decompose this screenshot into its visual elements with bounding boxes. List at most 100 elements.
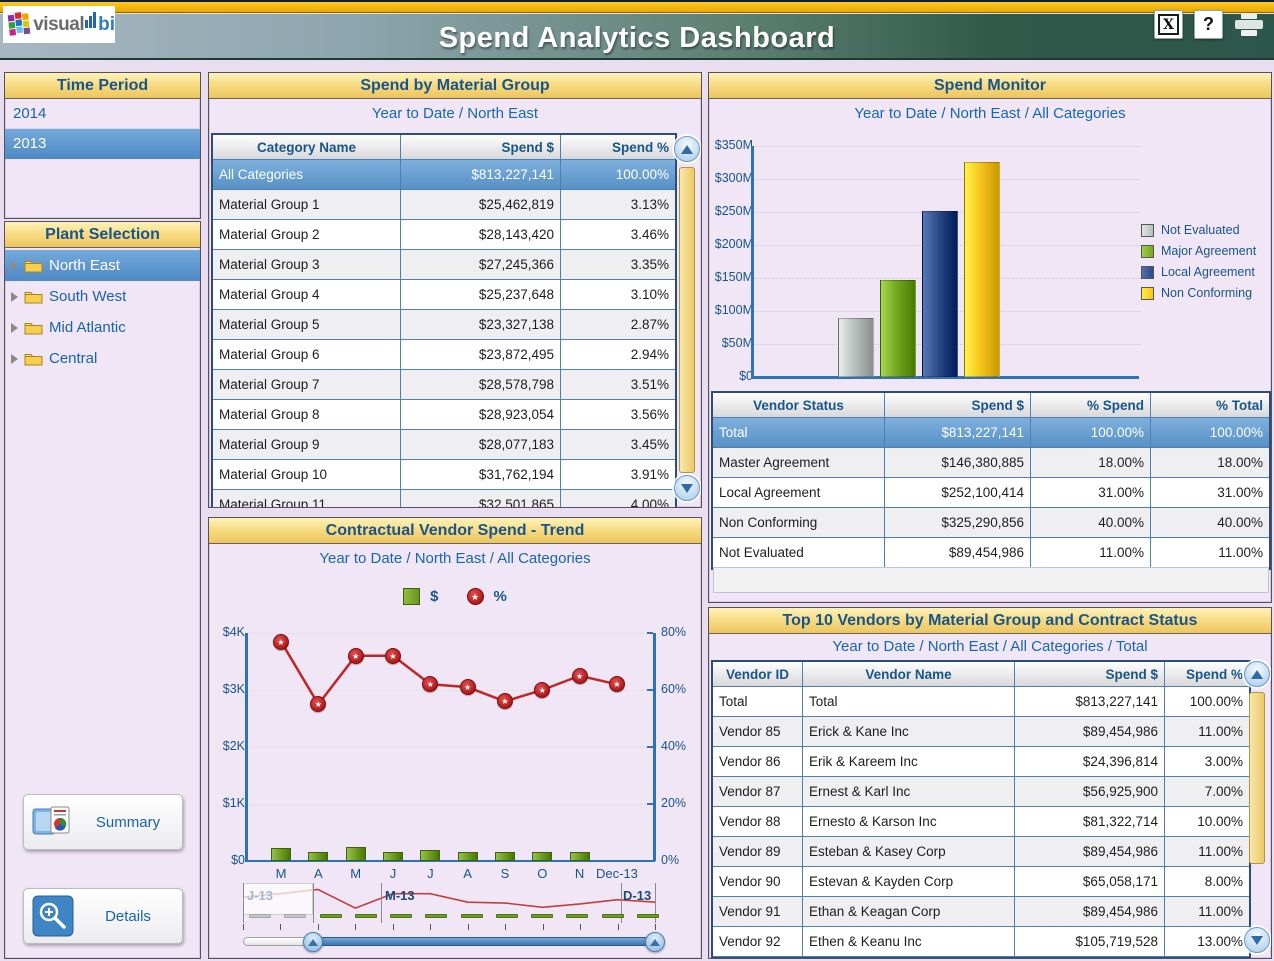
table-cell: Ernest & Karl Inc bbox=[803, 777, 1015, 807]
plant-item-label: South West bbox=[49, 288, 126, 305]
table-cell: Vendor 90 bbox=[713, 867, 803, 897]
column-header[interactable]: Spend $ bbox=[401, 135, 561, 160]
material-group-row[interactable]: Material Group 9$28,077,1833.45% bbox=[213, 430, 675, 460]
column-header[interactable]: Spend % bbox=[1165, 662, 1249, 687]
column-header[interactable]: Spend $ bbox=[885, 393, 1031, 418]
vendor-row[interactable]: Vendor 91Ethan & Keagan Corp$89,454,9861… bbox=[713, 897, 1249, 927]
scroll-down-button[interactable] bbox=[674, 475, 700, 501]
vendor-status-row[interactable]: Local Agreement$252,100,41431.00%31.00% bbox=[713, 478, 1269, 508]
line-data-point[interactable]: ★ bbox=[273, 634, 289, 650]
vendor-row[interactable]: TotalTotal$813,227,141100.00% bbox=[713, 687, 1249, 717]
material-group-row[interactable]: Material Group 8$28,923,0543.56% bbox=[213, 400, 675, 430]
y-axis-tick-label: $100M bbox=[709, 303, 753, 317]
column-header[interactable]: Vendor Name bbox=[803, 662, 1015, 687]
material-group-row[interactable]: Material Group 10$31,762,1943.91% bbox=[213, 460, 675, 490]
slider-handle-right[interactable] bbox=[645, 932, 665, 952]
y-axis-right-tick: 20% bbox=[661, 796, 701, 810]
scroll-down-button[interactable] bbox=[1244, 927, 1270, 953]
logo-word: visual bbox=[33, 14, 84, 36]
scroll-up-button[interactable] bbox=[674, 136, 700, 162]
slider-track-selected[interactable] bbox=[313, 937, 661, 946]
print-icon[interactable] bbox=[1234, 12, 1264, 38]
expand-arrow-icon[interactable] bbox=[11, 323, 18, 333]
time-period-item-2013[interactable]: 2013 bbox=[5, 129, 200, 159]
vendor-status-row[interactable]: Master Agreement$146,380,88518.00%18.00% bbox=[713, 448, 1269, 478]
excel-export-icon[interactable]: X bbox=[1154, 10, 1183, 39]
bar-non-conforming[interactable] bbox=[964, 162, 1000, 377]
dollar-series-legend-label: $ bbox=[430, 588, 438, 605]
top-vendors-table: Vendor IDVendor NameSpend $Spend %TotalT… bbox=[711, 660, 1251, 959]
table-cell: 40.00% bbox=[1031, 508, 1151, 538]
vendor-row[interactable]: Vendor 88Ernesto & Karson Inc$81,322,714… bbox=[713, 807, 1249, 837]
material-group-row[interactable]: Material Group 7$28,578,7983.51% bbox=[213, 370, 675, 400]
material-group-row[interactable]: All Categories$813,227,141100.00% bbox=[213, 160, 675, 190]
page-title: Spend Analytics Dashboard bbox=[0, 22, 1274, 55]
expand-arrow-icon[interactable] bbox=[11, 354, 18, 364]
line-data-point[interactable]: ★ bbox=[348, 648, 364, 664]
table-cell: $32,501,865 bbox=[401, 490, 561, 508]
vendor-row[interactable]: Vendor 92Ethen & Keanu Inc$105,719,52813… bbox=[713, 927, 1249, 957]
time-period-item-2014[interactable]: 2014 bbox=[5, 99, 200, 129]
material-group-row[interactable]: Material Group 3$27,245,3663.35% bbox=[213, 250, 675, 280]
vendor-status-row[interactable]: Non Conforming$325,290,85640.00%40.00% bbox=[713, 508, 1269, 538]
table-cell: $28,923,054 bbox=[401, 400, 561, 430]
dashboard-stage: Spend Analytics Dashboard visual bi X ? … bbox=[0, 0, 1274, 961]
expand-arrow-icon[interactable] bbox=[11, 292, 18, 302]
table-cell: Local Agreement bbox=[713, 478, 885, 508]
spend-monitor-panel: Spend Monitor Year to Date / North East … bbox=[708, 72, 1272, 603]
column-header[interactable]: % Spend bbox=[1031, 393, 1151, 418]
table-cell: Esteban & Kasey Corp bbox=[803, 837, 1015, 867]
material-group-row[interactable]: Material Group 6$23,872,4952.94% bbox=[213, 340, 675, 370]
trend-subtitle: Year to Date / North East / All Categori… bbox=[209, 544, 701, 572]
column-header[interactable]: % Total bbox=[1151, 393, 1269, 418]
expand-arrow-icon[interactable] bbox=[11, 261, 18, 271]
vendor-row[interactable]: Vendor 87Ernest & Karl Inc$56,925,9007.0… bbox=[713, 777, 1249, 807]
help-icon[interactable]: ? bbox=[1194, 10, 1223, 39]
overview-tick bbox=[318, 924, 319, 930]
y-axis-right-tick: 60% bbox=[661, 682, 701, 696]
vendor-status-row[interactable]: Total$813,227,141100.00%100.00% bbox=[713, 418, 1269, 448]
scrollbar-thumb[interactable] bbox=[679, 167, 695, 473]
table-cell: $24,396,814 bbox=[1015, 747, 1165, 777]
column-header[interactable]: Category Name bbox=[213, 135, 401, 160]
vendor-row[interactable]: Vendor 85Erick & Kane Inc$89,454,98611.0… bbox=[713, 717, 1249, 747]
column-header[interactable]: Vendor Status bbox=[713, 393, 885, 418]
scrollbar-thumb[interactable] bbox=[1249, 692, 1265, 864]
column-header[interactable]: Vendor ID bbox=[713, 662, 803, 687]
bar-local-agreement[interactable] bbox=[922, 211, 958, 377]
vendor-row[interactable]: Vendor 90Estevan & Kayden Corp$65,058,17… bbox=[713, 867, 1249, 897]
material-group-row[interactable]: Material Group 5$23,327,1382.87% bbox=[213, 310, 675, 340]
plant-item-mid-atlantic[interactable]: Mid Atlantic bbox=[5, 312, 200, 343]
material-group-row[interactable]: Material Group 4$25,237,6483.10% bbox=[213, 280, 675, 310]
line-data-point[interactable]: ★ bbox=[460, 679, 476, 695]
scroll-up-button[interactable] bbox=[1244, 661, 1270, 687]
bar-major-agreement[interactable] bbox=[880, 280, 916, 377]
plant-item-south-west[interactable]: South West bbox=[5, 281, 200, 312]
table-cell: 2.94% bbox=[561, 340, 675, 370]
plant-item-central[interactable]: Central bbox=[5, 343, 200, 374]
overview-tick bbox=[468, 924, 469, 930]
slider-handle-left[interactable] bbox=[303, 932, 323, 952]
material-group-row[interactable]: Material Group 2$28,143,4203.46% bbox=[213, 220, 675, 250]
vendor-row[interactable]: Vendor 86Erik & Kareem Inc$24,396,8143.0… bbox=[713, 747, 1249, 777]
column-header[interactable]: Spend % bbox=[561, 135, 675, 160]
vendor-status-row[interactable]: Not Evaluated$89,454,98611.00%11.00% bbox=[713, 538, 1269, 568]
line-data-point[interactable]: ★ bbox=[385, 648, 401, 664]
table-cell: Vendor 85 bbox=[713, 717, 803, 747]
plant-item-label: Central bbox=[49, 350, 97, 367]
legend-label: Local Agreement bbox=[1161, 265, 1255, 279]
bar-not-evaluated[interactable] bbox=[838, 318, 874, 377]
material-group-row[interactable]: Material Group 1$25,462,8193.13% bbox=[213, 190, 675, 220]
vendor-row[interactable]: Vendor 89Esteban & Kasey Corp$89,454,986… bbox=[713, 837, 1249, 867]
material-group-row[interactable]: Material Group 11$32,501,8654.00% bbox=[213, 490, 675, 508]
plant-item-north-east[interactable]: North East bbox=[5, 250, 200, 281]
app-header: Spend Analytics Dashboard bbox=[0, 14, 1274, 60]
line-data-point[interactable]: ★ bbox=[572, 668, 588, 684]
table-cell: 40.00% bbox=[1151, 508, 1269, 538]
details-button[interactable]: Details bbox=[23, 888, 183, 944]
overview-tick bbox=[355, 924, 356, 930]
column-header[interactable]: Spend $ bbox=[1015, 662, 1165, 687]
overview-bar-dash bbox=[531, 914, 553, 918]
legend-entry: Major Agreement bbox=[1141, 244, 1256, 258]
summary-button[interactable]: Summary bbox=[23, 794, 183, 850]
